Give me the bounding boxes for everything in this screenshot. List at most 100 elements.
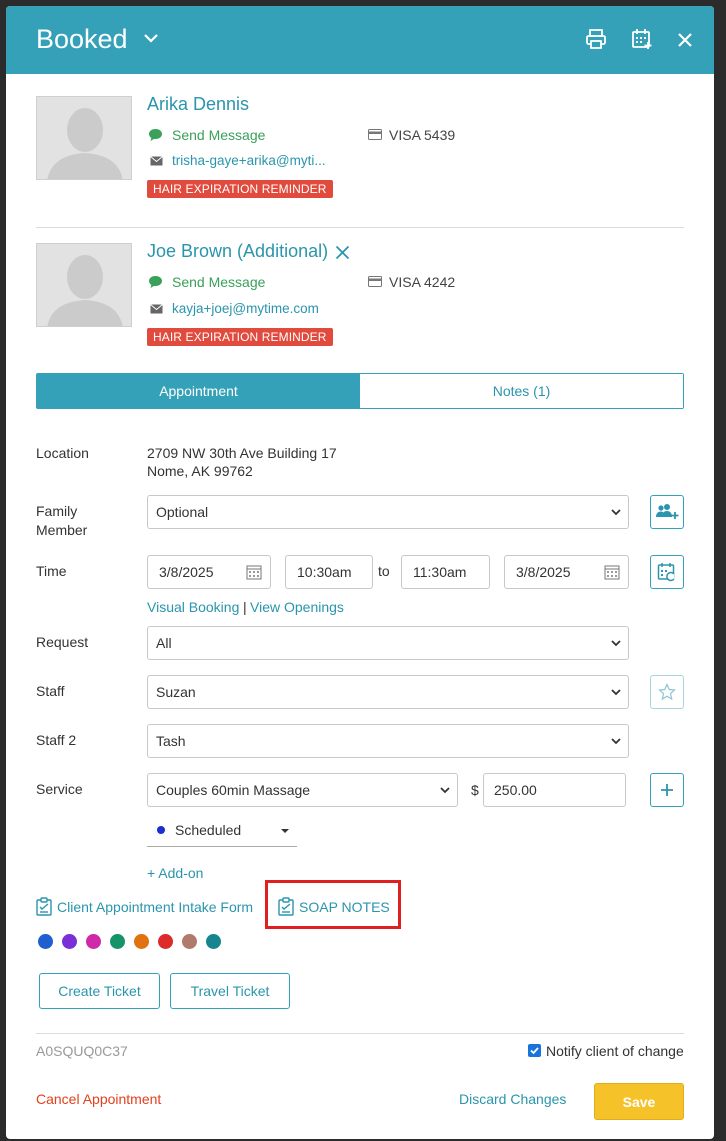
envelope-icon xyxy=(150,304,163,314)
family-member-label-2: Member xyxy=(36,522,88,538)
star-icon xyxy=(658,683,676,701)
service-select[interactable]: Couples 60min Massage xyxy=(147,773,458,807)
chevron-down-icon xyxy=(611,738,621,745)
staff-select[interactable]: Suzan xyxy=(147,675,629,709)
chat-bubble-icon xyxy=(149,129,162,141)
remove-client-icon[interactable] xyxy=(335,245,350,260)
client-email[interactable]: kayja+joej@mytime.com xyxy=(172,301,319,316)
caret-down-icon xyxy=(281,829,289,833)
calendar-refresh-icon xyxy=(657,563,675,582)
location-label: Location xyxy=(36,445,89,461)
staff-2-value: Tash xyxy=(156,733,186,749)
tab-bar: Appointment Notes (1) xyxy=(36,373,684,409)
client-avatar[interactable] xyxy=(36,243,132,327)
intake-form-link[interactable]: Client Appointment Intake Form xyxy=(57,899,253,915)
color-dot[interactable] xyxy=(62,934,77,949)
credit-card-icon xyxy=(368,276,382,287)
calendar-refresh-button[interactable] xyxy=(650,555,684,589)
request-select[interactable]: All xyxy=(147,626,629,660)
status-title[interactable]: Booked xyxy=(36,24,128,55)
checkmark-icon xyxy=(530,1047,539,1055)
send-message-link[interactable]: Send Message xyxy=(172,127,265,143)
chevron-down-icon xyxy=(611,640,621,647)
card-info: VISA 4242 xyxy=(389,274,456,290)
color-dot[interactable] xyxy=(206,934,221,949)
request-label: Request xyxy=(36,634,89,650)
client-name[interactable]: Arika Dennis xyxy=(147,94,249,115)
staff-value: Suzan xyxy=(156,684,196,700)
request-value: All xyxy=(156,635,172,651)
save-button[interactable]: Save xyxy=(594,1083,684,1120)
chevron-down-icon[interactable] xyxy=(143,32,159,44)
staff-label: Staff xyxy=(36,683,65,699)
location-line-2: Nome, AK 99762 xyxy=(147,463,253,479)
price-input[interactable]: 250.00 xyxy=(483,773,626,807)
view-openings-link[interactable]: View Openings xyxy=(250,599,344,615)
color-dot[interactable] xyxy=(38,934,53,949)
travel-ticket-button[interactable]: Travel Ticket xyxy=(170,973,290,1009)
appointment-panel: Booked Arika Dennis Send Message VISA 54… xyxy=(6,6,714,1139)
print-icon[interactable] xyxy=(585,28,607,50)
add-service-button[interactable] xyxy=(650,773,684,807)
color-dot[interactable] xyxy=(134,934,149,949)
appointment-id: A0SQUQ0C37 xyxy=(36,1043,128,1059)
location-line-1: 2709 NW 30th Ave Building 17 xyxy=(147,445,337,461)
to-label: to xyxy=(378,563,390,579)
calendar-add-icon[interactable] xyxy=(631,28,653,50)
currency-symbol: $ xyxy=(471,782,479,798)
end-time-input[interactable]: 11:30am xyxy=(401,555,490,589)
chat-bubble-icon xyxy=(149,276,162,288)
status-badge: HAIR EXPIRATION REMINDER xyxy=(147,180,333,198)
service-label: Service xyxy=(36,781,83,797)
calendar-icon xyxy=(604,565,620,580)
soap-notes-link[interactable]: SOAP NOTES xyxy=(299,899,390,915)
discard-changes-link[interactable]: Discard Changes xyxy=(459,1091,566,1107)
clipboard-check-icon xyxy=(278,897,294,916)
tab-notes[interactable]: Notes (1) xyxy=(360,374,683,408)
plus-icon xyxy=(661,784,673,796)
time-label: Time xyxy=(36,563,67,579)
chevron-down-icon xyxy=(440,787,450,794)
end-time-value: 11:30am xyxy=(413,564,467,580)
color-dot[interactable] xyxy=(86,934,101,949)
color-dot[interactable] xyxy=(182,934,197,949)
chevron-down-icon xyxy=(611,689,621,696)
start-time-value: 10:30am xyxy=(297,564,352,580)
credit-card-icon xyxy=(368,129,382,140)
staff-2-select[interactable]: Tash xyxy=(147,724,629,758)
end-date-value: 3/8/2025 xyxy=(516,564,571,580)
card-info: VISA 5439 xyxy=(389,127,456,143)
header-bar: Booked xyxy=(6,6,714,74)
start-date-input[interactable]: 3/8/2025 xyxy=(147,555,271,589)
start-time-input[interactable]: 10:30am xyxy=(285,555,373,589)
chevron-down-icon xyxy=(611,509,621,516)
favorite-staff-button[interactable] xyxy=(650,675,684,709)
calendar-icon xyxy=(246,565,262,580)
notify-label[interactable]: Notify client of change xyxy=(546,1043,684,1059)
color-dot[interactable] xyxy=(110,934,125,949)
link-separator: | xyxy=(243,599,247,615)
start-date-value: 3/8/2025 xyxy=(159,564,214,580)
add-family-member-button[interactable] xyxy=(650,495,684,529)
clipboard-check-icon xyxy=(36,897,52,916)
close-icon[interactable] xyxy=(677,32,693,48)
family-member-select[interactable]: Optional xyxy=(147,495,629,529)
status-dot xyxy=(157,826,165,834)
create-ticket-button[interactable]: Create Ticket xyxy=(39,973,160,1009)
send-message-link[interactable]: Send Message xyxy=(172,274,265,290)
tab-appointment[interactable]: Appointment xyxy=(37,374,360,408)
divider xyxy=(36,227,684,228)
add-on-link[interactable]: + Add-on xyxy=(147,865,203,881)
end-date-input[interactable]: 3/8/2025 xyxy=(504,555,629,589)
status-select[interactable]: Scheduled xyxy=(147,816,297,847)
price-value: 250.00 xyxy=(494,782,537,798)
color-dot[interactable] xyxy=(158,934,173,949)
cancel-appointment-link[interactable]: Cancel Appointment xyxy=(36,1091,161,1107)
visual-booking-link[interactable]: Visual Booking xyxy=(147,599,239,615)
client-avatar[interactable] xyxy=(36,96,132,180)
client-name[interactable]: Joe Brown (Additional) xyxy=(147,241,328,262)
staff-2-label: Staff 2 xyxy=(36,732,77,748)
family-member-value: Optional xyxy=(156,504,209,520)
client-email[interactable]: trisha-gaye+arika@myti... xyxy=(172,153,326,168)
notify-checkbox[interactable] xyxy=(528,1044,541,1057)
